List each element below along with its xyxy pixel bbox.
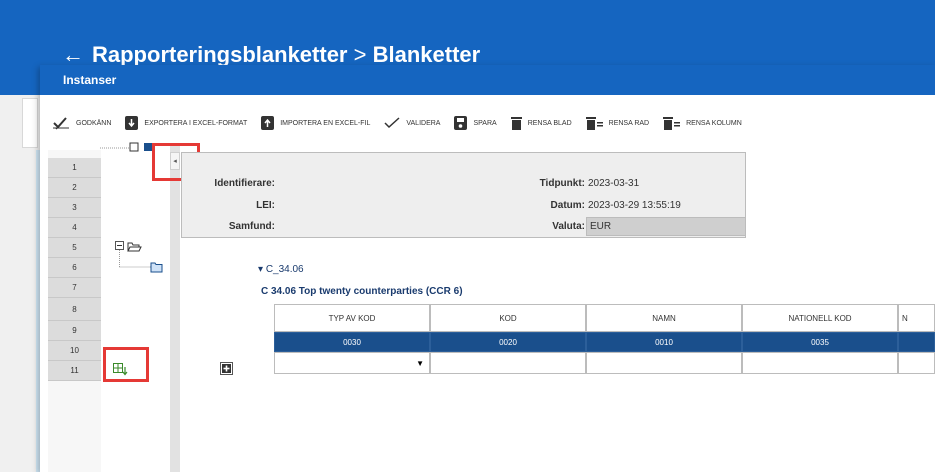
row-header[interactable]: 1 [48, 158, 101, 178]
row-header[interactable]: 8 [48, 298, 101, 321]
column-header: NAMN [586, 304, 742, 332]
export-label: EXPORTERA I EXCEL-FORMAT [144, 119, 248, 127]
column-header: KOD [430, 304, 586, 332]
dialog-header: Instanser [40, 65, 935, 95]
save-icon [454, 116, 468, 130]
section-title: C 34.06 Top twenty counterparties (CCR 6… [261, 286, 463, 297]
approve-button[interactable]: GODKÄNN [52, 116, 111, 130]
trash-columns-icon [663, 117, 681, 130]
next-column-input[interactable] [898, 352, 935, 374]
row-header[interactable]: 7 [48, 278, 101, 298]
row-header[interactable]: 6 [48, 258, 101, 278]
nationell-kod-input[interactable] [742, 352, 898, 374]
row-header[interactable]: 3 [48, 198, 101, 218]
clear-sheet-label: RENSA BLAD [527, 119, 572, 127]
column-code: 0020 [430, 332, 586, 352]
clear-column-label: RENSA KOLUMN [686, 119, 742, 127]
valuta-label: Valuta: [552, 221, 585, 232]
plus-icon [222, 364, 231, 373]
row-headers: 1 2 3 4 5 6 7 8 9 10 11 [48, 158, 101, 381]
clear-column-button[interactable]: RENSA KOLUMN [663, 116, 742, 130]
table-header-row: TYP AV KOD KOD NAMN NATIONELL KOD N [274, 304, 935, 332]
lei-label: LEI: [256, 200, 275, 211]
back-arrow-icon[interactable]: ← [62, 42, 84, 67]
add-row-button[interactable] [220, 362, 233, 375]
data-table: TYP AV KOD KOD NAMN NATIONELL KOD N 0030… [274, 304, 935, 374]
column-code: 0030 [274, 332, 430, 352]
report-info-panel: Identifierare: LEI: Samfund: Tidpunkt: 2… [181, 152, 746, 238]
dropdown-arrow-icon: ▼ [416, 358, 424, 368]
samfund-label: Samfund: [228, 221, 275, 232]
datum-label: Datum: [550, 200, 585, 211]
row-header[interactable]: 4 [48, 218, 101, 238]
export-icon [125, 116, 139, 130]
row-header[interactable]: 10 [48, 341, 101, 361]
column-code-row: 0030 0020 0010 0035 [274, 332, 935, 352]
approve-label: GODKÄNN [76, 119, 112, 127]
trash-rows-icon [585, 117, 603, 130]
column-header: NATIONELL KOD [742, 304, 898, 332]
breadcrumb-reports[interactable]: Rapporteringsblanketter [92, 42, 348, 67]
panel-splitter[interactable] [170, 143, 180, 472]
valuta-field[interactable]: EUR [586, 217, 746, 236]
column-code: 0035 [742, 332, 898, 352]
trash-icon [510, 117, 522, 130]
clear-sheet-button[interactable]: RENSA BLAD [510, 116, 572, 130]
tidpunkt-label: Tidpunkt: [539, 178, 585, 189]
column-code: 0010 [586, 332, 742, 352]
column-code [898, 332, 935, 352]
tree-node[interactable] [115, 241, 170, 276]
row-header[interactable]: 5 [48, 238, 101, 258]
caret-down-icon: ▾ [258, 264, 264, 275]
row-header[interactable]: 2 [48, 178, 101, 198]
breadcrumb-forms: Blanketter [372, 42, 481, 67]
import-label: IMPORTERA EN EXCEL-FIL [280, 119, 371, 127]
identifierare-label: Identifierare: [214, 178, 275, 189]
breadcrumb-separator: > [353, 42, 367, 67]
table-row: ▼ [274, 352, 935, 374]
column-header: N [898, 304, 935, 332]
clear-row-label: RENSA RAD [608, 119, 650, 127]
save-button[interactable]: SPARA [454, 116, 497, 130]
clear-row-button[interactable]: RENSA RAD [585, 116, 650, 130]
background-card [22, 98, 38, 148]
section-code: C_34.06 [265, 264, 304, 275]
datum-value: 2023-03-29 13:55:19 [588, 200, 681, 211]
row-header[interactable]: 9 [48, 321, 101, 341]
namn-input[interactable] [586, 352, 742, 374]
column-header: TYP AV KOD [274, 304, 430, 332]
validate-label: VALIDERA [406, 119, 441, 127]
valuta-value: EUR [590, 221, 612, 232]
checkmark-icon [384, 117, 400, 129]
save-label: SPARA [473, 119, 497, 127]
toolbar: GODKÄNN EXPORTERA I EXCEL-FORMAT IMPORTE… [40, 108, 935, 138]
import-icon [261, 116, 275, 130]
export-excel-button[interactable]: EXPORTERA I EXCEL-FORMAT [125, 116, 247, 130]
validate-button[interactable]: VALIDERA [384, 117, 440, 129]
tidpunkt-value: 2023-03-31 [588, 178, 640, 189]
approve-icon [53, 117, 69, 130]
highlight-insert-icon [103, 347, 149, 382]
dialog-title: Instanser [63, 73, 117, 87]
kod-input[interactable] [430, 352, 586, 374]
import-excel-button[interactable]: IMPORTERA EN EXCEL-FIL [261, 116, 370, 130]
row-header[interactable]: 11 [48, 361, 101, 381]
section-toggle[interactable]: ▾ C_34.06 [258, 264, 304, 275]
typ-av-kod-select[interactable]: ▼ [274, 352, 430, 374]
